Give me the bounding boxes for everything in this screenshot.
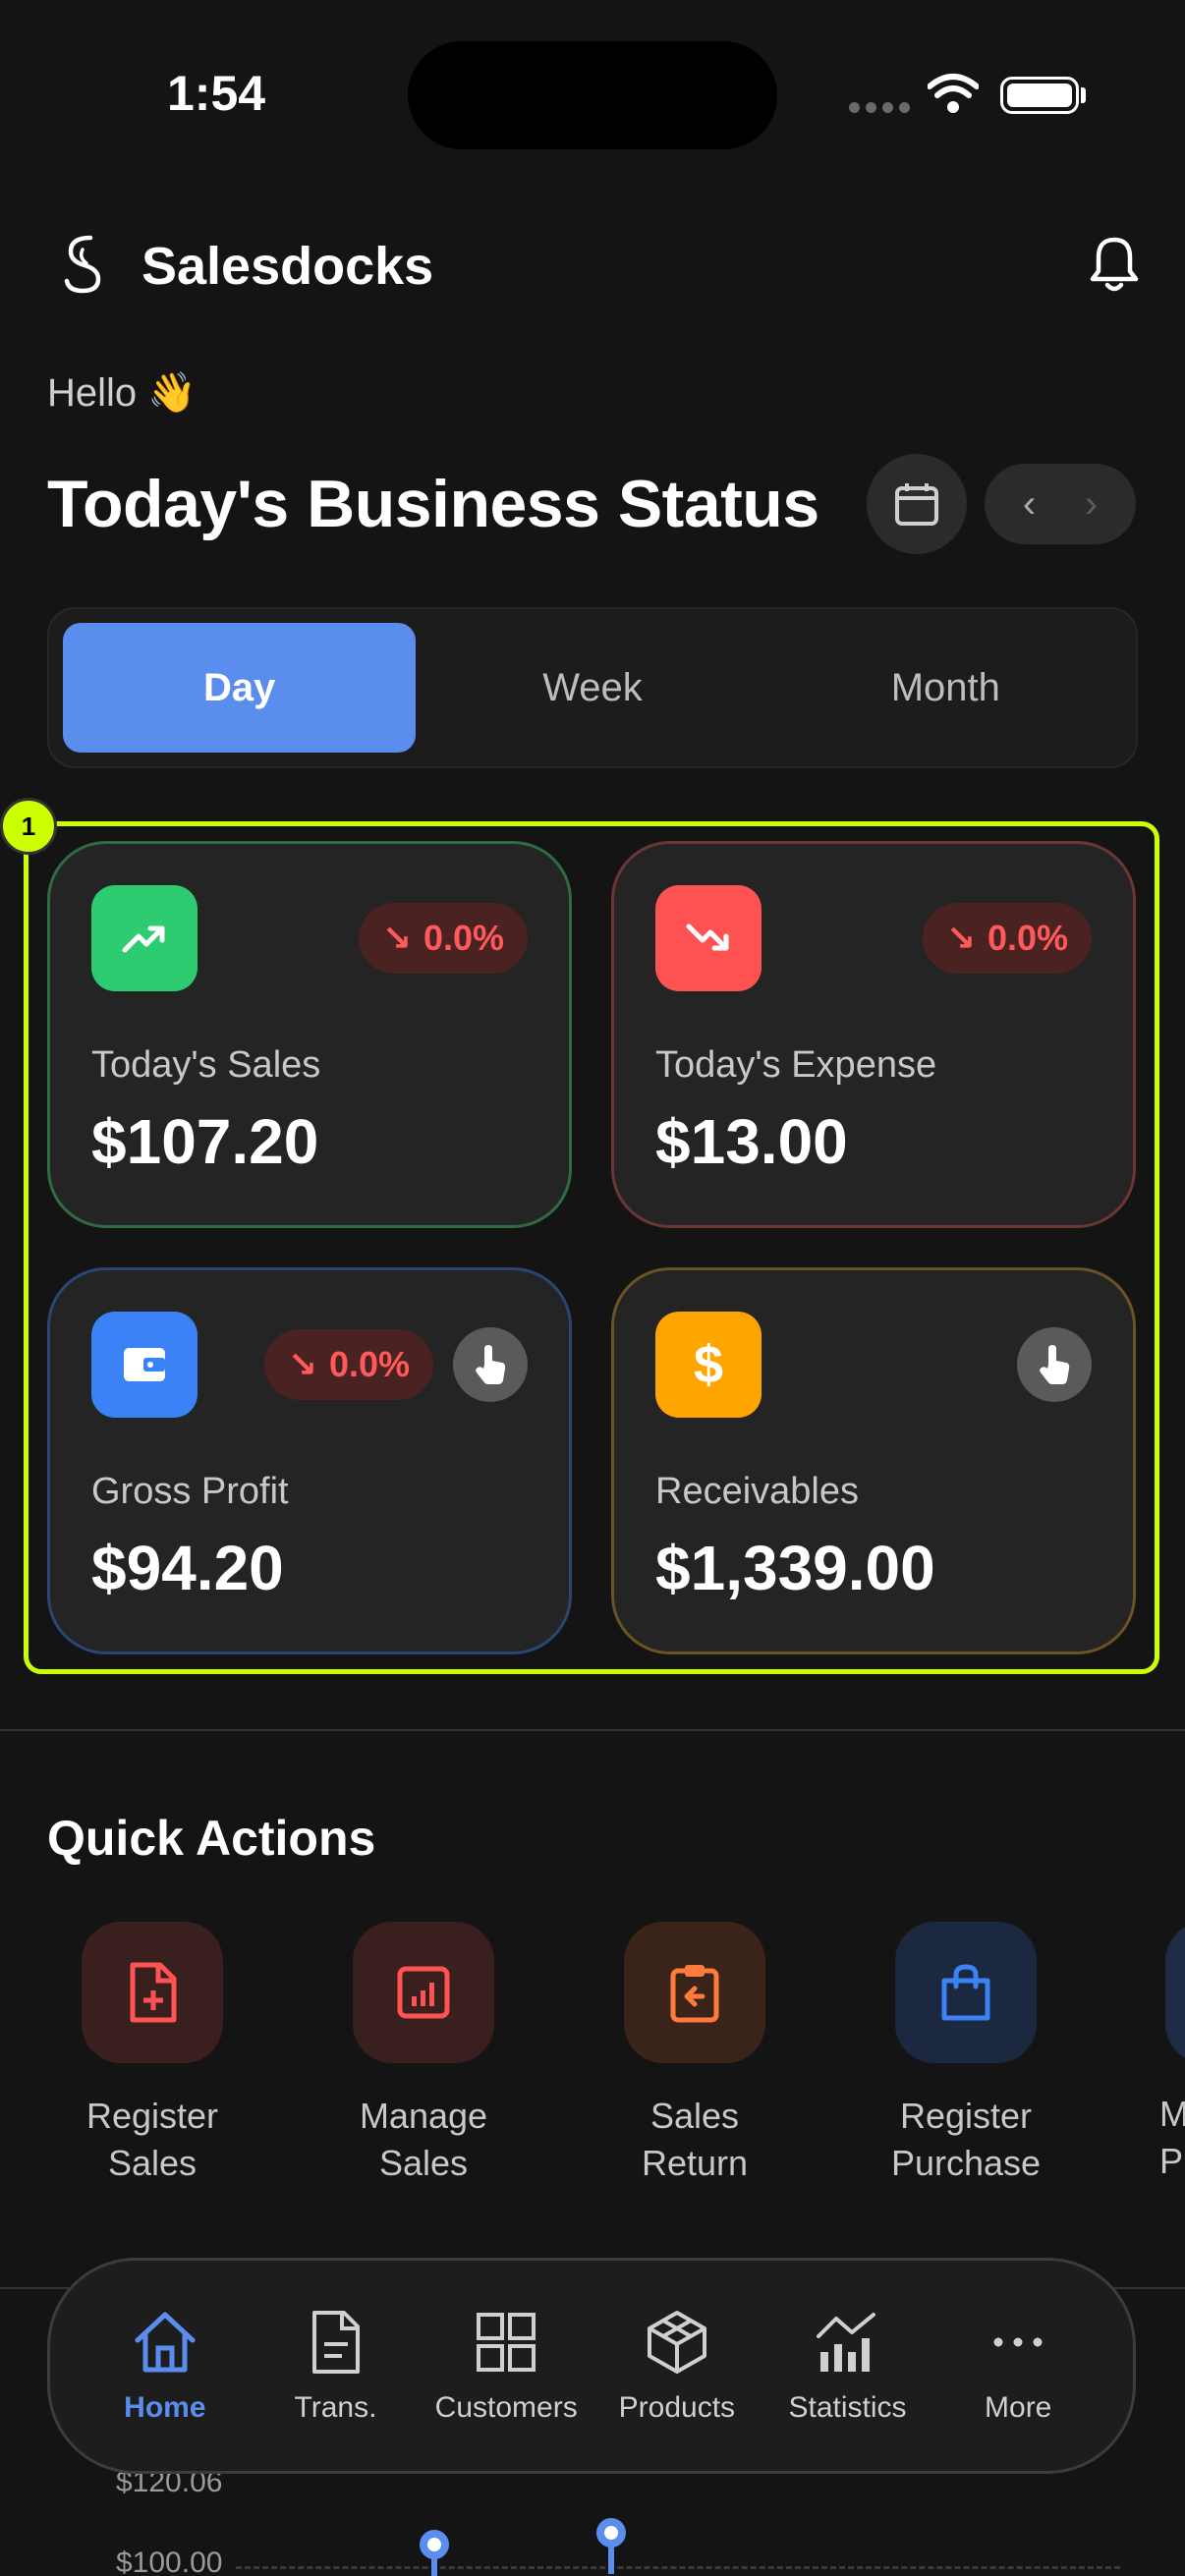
page-title: Today's Business Status xyxy=(47,467,819,541)
change-value: 0.0% xyxy=(423,918,504,958)
status-time: 1:54 xyxy=(167,66,266,121)
highlight-badge: 1 xyxy=(0,798,57,855)
salesdocks-logo-icon xyxy=(64,235,101,294)
nav-statistics[interactable]: Statistics xyxy=(762,2307,933,2425)
action-label: Register Sales xyxy=(85,2096,219,2183)
cube-icon xyxy=(647,2311,706,2374)
nav-transactions[interactable]: Trans. xyxy=(251,2307,422,2425)
card-label: Today's Expense xyxy=(655,1044,937,1086)
bottom-navigation: Home Trans. Customers Products Statistic… xyxy=(47,2258,1136,2474)
calendar-icon xyxy=(895,483,938,526)
partial-action-icon[interactable] xyxy=(1165,1922,1185,2063)
grid-icon xyxy=(477,2313,536,2372)
nav-label: Products xyxy=(618,2391,736,2424)
nav-label: Statistics xyxy=(788,2391,907,2424)
calendar-button[interactable] xyxy=(867,454,967,554)
app-brand: Salesdocks xyxy=(141,237,434,296)
trend-down-arrow-icon: ↘ xyxy=(945,918,976,958)
manage-sales-action[interactable]: Manage Sales xyxy=(306,1922,541,2187)
quick-actions-title: Quick Actions xyxy=(47,1811,376,1866)
document-icon xyxy=(311,2311,360,2374)
tab-day[interactable]: Day xyxy=(63,623,417,753)
receivables-card[interactable]: $ Receivables $1,339.00 xyxy=(611,1267,1136,1654)
trending-up-icon xyxy=(91,885,198,991)
action-label: Manage Sales xyxy=(359,2096,488,2183)
sales-change-badge: ↘ 0.0% xyxy=(358,903,528,974)
date-navigator: ‹ › xyxy=(985,464,1136,544)
report-chart-icon xyxy=(353,1922,494,2063)
card-label: Receivables xyxy=(655,1471,859,1512)
chart-point-marker xyxy=(596,2518,626,2574)
partial-action-label: M P xyxy=(1159,2094,1185,2181)
notification-bell-icon[interactable] xyxy=(1085,234,1144,295)
change-value: 0.0% xyxy=(987,918,1068,958)
dollar-icon: $ xyxy=(655,1312,762,1418)
statistics-icon xyxy=(816,2313,875,2372)
tab-week[interactable]: Week xyxy=(416,623,768,753)
trend-down-arrow-icon: ↘ xyxy=(287,1344,317,1384)
expense-card[interactable]: ↘ 0.0% Today's Expense $13.00 xyxy=(611,841,1136,1228)
greeting: Hello 👋 xyxy=(47,371,198,415)
y-axis-tick: $100.00 xyxy=(116,2547,223,2576)
card-value: $1,339.00 xyxy=(655,1533,935,1603)
sales-return-action[interactable]: Sales Return xyxy=(577,1922,813,2187)
tab-month[interactable]: Month xyxy=(769,623,1122,753)
register-sales-action[interactable]: Register Sales xyxy=(34,1922,270,2187)
action-label: Sales Return xyxy=(641,2096,749,2183)
action-label: Register Purchase xyxy=(890,2096,1042,2183)
home-icon xyxy=(135,2312,196,2373)
nav-label: Trans. xyxy=(294,2391,377,2424)
trending-down-icon xyxy=(655,885,762,991)
nav-label: Home xyxy=(124,2391,206,2424)
tap-hint-icon[interactable] xyxy=(1017,1327,1092,1402)
signal-icon xyxy=(849,102,910,113)
card-label: Today's Sales xyxy=(91,1044,321,1086)
trend-down-arrow-icon: ↘ xyxy=(381,918,412,958)
period-selector: Day Week Month xyxy=(47,607,1138,768)
card-value: $107.20 xyxy=(91,1106,319,1177)
file-plus-icon xyxy=(82,1922,223,2063)
gross-profit-card[interactable]: ↘ 0.0% Gross Profit $94.20 xyxy=(47,1267,572,1654)
divider xyxy=(0,1729,1185,1731)
clipboard-return-icon xyxy=(624,1922,765,2063)
battery-icon xyxy=(1000,77,1079,114)
wifi-icon xyxy=(928,74,979,113)
battery-cap xyxy=(1081,87,1086,103)
profit-change-badge: ↘ 0.0% xyxy=(263,1329,433,1400)
chart-point-marker xyxy=(420,2530,449,2576)
card-value: $13.00 xyxy=(655,1106,848,1177)
change-value: 0.0% xyxy=(328,1344,410,1384)
card-label: Gross Profit xyxy=(91,1471,289,1512)
nav-label: Customers xyxy=(434,2391,578,2424)
prev-date-button[interactable]: ‹ xyxy=(1023,482,1036,527)
dynamic-island xyxy=(408,41,777,149)
shopping-bag-icon xyxy=(895,1922,1037,2063)
wallet-icon xyxy=(91,1312,198,1418)
expense-change-badge: ↘ 0.0% xyxy=(922,903,1092,974)
nav-home[interactable]: Home xyxy=(80,2307,251,2425)
nav-products[interactable]: Products xyxy=(592,2307,762,2425)
nav-label: More xyxy=(985,2391,1052,2424)
more-dots-icon xyxy=(993,2337,1043,2347)
gridline xyxy=(236,2566,1120,2569)
register-purchase-action[interactable]: Register Purchase xyxy=(848,1922,1084,2187)
nav-more[interactable]: More xyxy=(932,2307,1103,2425)
next-date-button[interactable]: › xyxy=(1085,482,1098,527)
nav-customers[interactable]: Customers xyxy=(421,2307,592,2425)
card-value: $94.20 xyxy=(91,1533,284,1603)
tap-hint-icon[interactable] xyxy=(453,1327,528,1402)
sales-card[interactable]: ↘ 0.0% Today's Sales $107.20 xyxy=(47,841,572,1228)
